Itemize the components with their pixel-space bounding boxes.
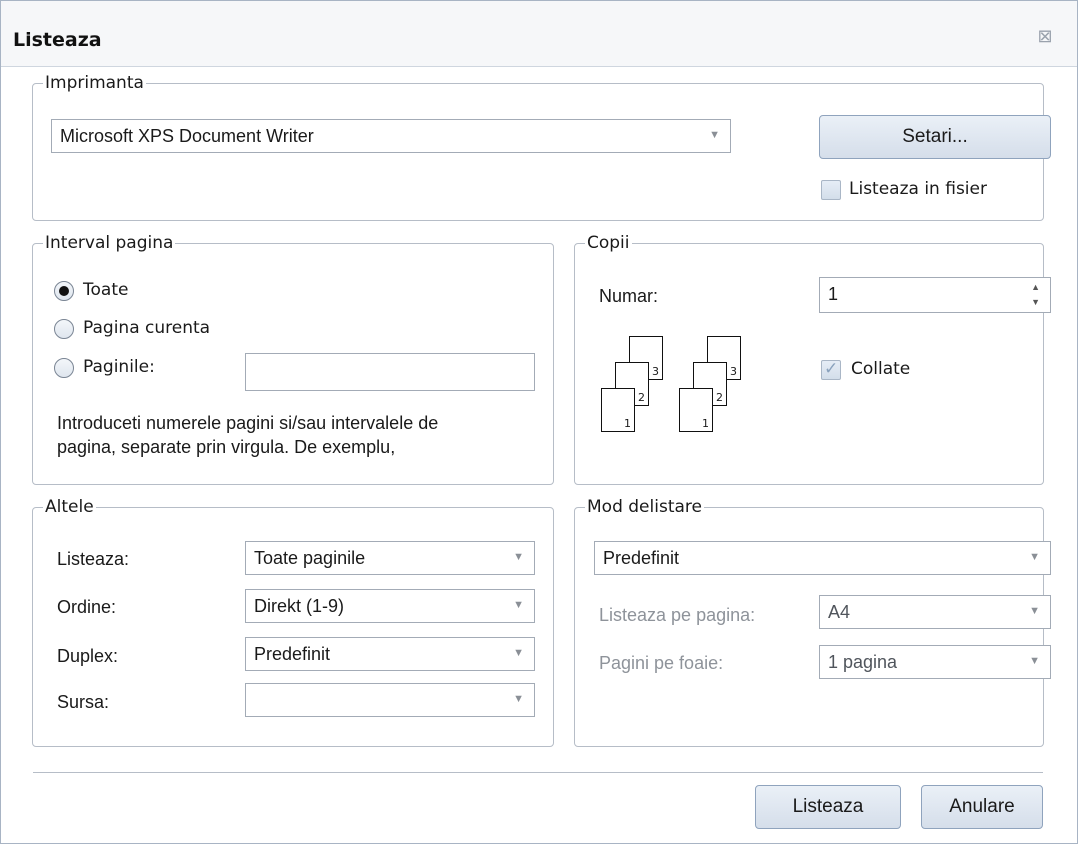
chevron-down-icon: ▼ <box>1029 655 1040 667</box>
paper-size-label: Listeaza pe pagina: <box>599 605 756 625</box>
settings-button[interactable]: Setari... <box>819 115 1051 159</box>
page-range-hint-line1: Introduceti numerele pagini si/sau inter… <box>57 413 439 433</box>
pages-per-sheet-value: 1 pagina <box>828 652 898 672</box>
print-range-select[interactable]: Toate paginile ▼ <box>245 541 535 575</box>
printer-group-legend: Imprimanta <box>45 73 144 93</box>
chevron-down-icon: ▼ <box>513 551 524 563</box>
radio-all-pages-label: Toate <box>83 280 129 300</box>
print-to-file-checkbox[interactable] <box>821 180 841 200</box>
printer-select[interactable]: Microsoft XPS Document Writer ▼ <box>51 119 731 153</box>
print-button[interactable]: Listeaza <box>755 785 901 829</box>
copies-count-spinner[interactable]: 1 ▲ ▼ <box>819 277 1051 313</box>
copies-count-label: Numar: <box>599 286 659 306</box>
order-select[interactable]: Direkt (1-9) ▼ <box>245 589 535 623</box>
spin-down-icon[interactable]: ▼ <box>1031 297 1040 307</box>
copies-legend: Copii <box>587 233 630 253</box>
pages-input[interactable] <box>245 353 535 391</box>
print-mode-select[interactable]: Predefinit ▼ <box>594 541 1051 575</box>
chevron-down-icon: ▼ <box>709 129 720 141</box>
chevron-down-icon: ▼ <box>513 599 524 611</box>
duplex-value: Predefinit <box>254 644 331 664</box>
print-range-label: Listeaza: <box>57 549 130 569</box>
title-bar: Listeaza ⊠ <box>1 1 1077 67</box>
order-label: Ordine: <box>57 597 117 617</box>
page-range-hint-line2: pagina, separate prin virgula. De exempl… <box>57 437 396 457</box>
radio-current-page[interactable] <box>54 319 74 339</box>
chevron-down-icon: ▼ <box>513 693 524 705</box>
page-icon: 1 <box>601 388 635 432</box>
copies-count-value: 1 <box>828 284 839 304</box>
paper-size-value: A4 <box>828 602 851 622</box>
chevron-down-icon: ▼ <box>1029 551 1040 563</box>
cancel-button[interactable]: Anulare <box>921 785 1043 829</box>
radio-current-page-label: Pagina curenta <box>83 318 211 338</box>
print-to-file-label: Listeaza in fisier <box>849 179 987 199</box>
duplex-label: Duplex: <box>57 646 119 666</box>
dialog-title: Listeaza <box>13 29 102 51</box>
radio-pages[interactable] <box>54 358 74 378</box>
print-dialog: Listeaza ⊠ Imprimanta Microsoft XPS Docu… <box>0 0 1078 844</box>
other-legend: Altele <box>45 497 94 517</box>
source-select[interactable]: ▼ <box>245 683 535 717</box>
collate-checkbox[interactable] <box>821 359 841 380</box>
print-mode-legend: Mod delistare <box>587 497 702 517</box>
paper-size-select[interactable]: A4 ▼ <box>819 595 1051 629</box>
print-mode-value: Predefinit <box>603 548 680 568</box>
pages-per-sheet-label: Pagini pe foaie: <box>599 653 724 673</box>
printer-select-value: Microsoft XPS Document Writer <box>60 126 314 146</box>
radio-all-pages[interactable] <box>54 281 74 301</box>
page-range-legend: Interval pagina <box>45 233 174 253</box>
radio-pages-label: Paginile: <box>83 357 155 377</box>
collate-illustration-icon: 3 2 1 3 2 1 <box>601 336 761 440</box>
pages-per-sheet-select[interactable]: 1 pagina ▼ <box>819 645 1051 679</box>
footer-divider <box>33 772 1043 773</box>
page-icon: 1 <box>679 388 713 432</box>
close-icon[interactable]: ⊠ <box>1035 27 1055 47</box>
duplex-select[interactable]: Predefinit ▼ <box>245 637 535 671</box>
order-value: Direkt (1-9) <box>254 596 345 616</box>
chevron-down-icon: ▼ <box>1029 605 1040 617</box>
chevron-down-icon: ▼ <box>513 647 524 659</box>
collate-label: Collate <box>851 359 911 379</box>
spin-up-icon[interactable]: ▲ <box>1031 282 1040 292</box>
source-label: Sursa: <box>57 692 110 712</box>
print-range-value: Toate paginile <box>254 548 366 568</box>
